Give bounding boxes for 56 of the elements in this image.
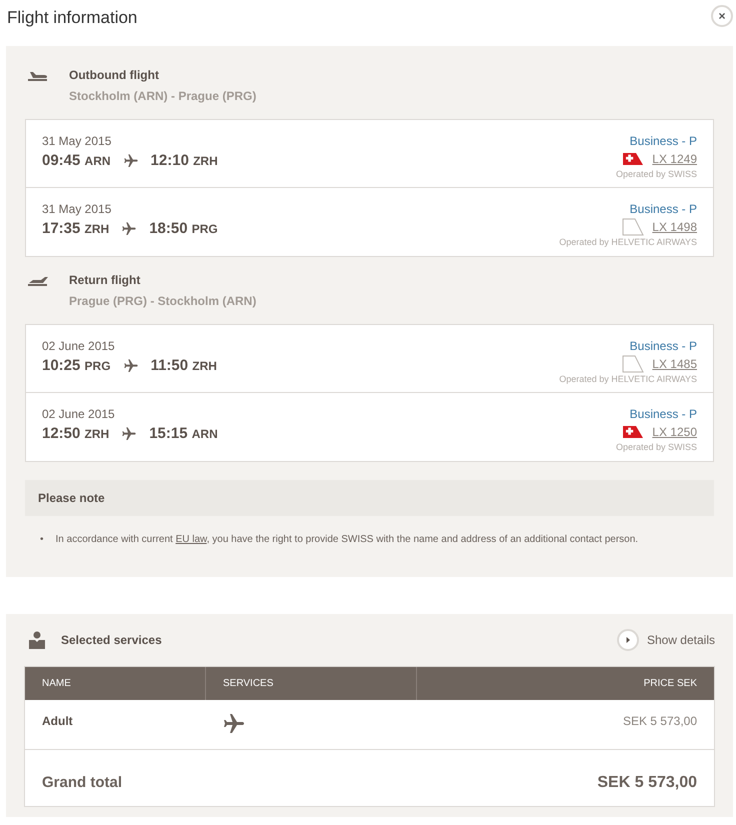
departure-time: 10:25 PRG	[42, 356, 111, 376]
table-cell-text: SEK 5 573,00	[622, 713, 698, 730]
operator-text: Operated by SWISS	[616, 441, 697, 454]
show-details-button[interactable]: Show details	[616, 629, 715, 651]
grand-total-label: Grand total	[42, 772, 122, 793]
note-heading: Please note	[38, 490, 105, 507]
airplane-icon	[222, 712, 246, 736]
takeoff-icon	[27, 70, 49, 82]
airplane-icon	[122, 358, 139, 374]
close-button[interactable]: ×	[711, 5, 733, 27]
cross-tail-logo	[622, 425, 644, 439]
services-title: Selected services	[61, 632, 162, 649]
arrival-time: 11:50 ZRH	[150, 356, 217, 376]
person-icon	[29, 631, 45, 649]
fare-class: Business - P	[630, 133, 697, 150]
column-header: SERVICES	[205, 667, 416, 700]
airplane-icon	[122, 153, 139, 170]
flight-date: 31 May 2015	[42, 133, 112, 150]
table-cell-text: Adult	[41, 713, 74, 730]
flight-number-link[interactable]: LX 1485	[652, 355, 697, 373]
airplane-icon	[121, 221, 138, 238]
route-text: Stockholm (ARN) - Prague (PRG)	[69, 88, 256, 105]
landing-icon	[27, 275, 49, 287]
fare-class: Business - P	[630, 406, 697, 423]
departure-time: 09:45 ARN	[42, 151, 111, 171]
operator-text: Operated by SWISS	[616, 168, 697, 181]
departure-time: 12:50 ZRH	[42, 424, 110, 444]
flight-label: Outbound flight	[69, 67, 160, 84]
eu-law-link[interactable]: EU law	[176, 534, 207, 545]
column-header: NAME	[41, 677, 72, 691]
play-circle-icon	[616, 629, 639, 651]
flight-number-link[interactable]: LX 1250	[652, 423, 697, 441]
operator-text: Operated by HELVETIC AIRWAYS	[559, 373, 697, 386]
flight-date: 31 May 2015	[42, 201, 112, 218]
arrival-time: 18:50 PRG	[149, 219, 218, 239]
arrival-time: 15:15 ARN	[149, 424, 218, 444]
note-text: In accordance with current EU law, you have the right to provide SWISS with the name and address of an additional contact person.	[56, 533, 638, 547]
bullet: •	[40, 533, 44, 547]
route-text: Prague (PRG) - Stockholm (ARN)	[69, 293, 256, 310]
grand-total-value: SEK 5 573,00	[597, 773, 697, 793]
column-header: PRICE SEK	[416, 667, 714, 700]
flight-date: 02 June 2015	[42, 406, 116, 423]
fare-class: Business - P	[630, 338, 697, 355]
cross-tail-logo	[622, 152, 644, 166]
airplane-icon	[121, 426, 138, 442]
fare-class: Business - P	[630, 201, 697, 218]
flight-number-link[interactable]: LX 1249	[652, 150, 697, 168]
flight-date: 02 June 2015	[42, 338, 116, 355]
plain-tail-logo	[622, 355, 644, 373]
dialog-title: Flight information	[7, 7, 138, 29]
flight-number-link[interactable]: LX 1498	[652, 218, 697, 236]
arrival-time: 12:10 ZRH	[150, 151, 218, 171]
plain-tail-logo	[622, 218, 644, 236]
flight-label: Return flight	[69, 272, 142, 289]
operator-text: Operated by HELVETIC AIRWAYS	[559, 236, 697, 249]
departure-time: 17:35 ZRH	[42, 219, 110, 239]
